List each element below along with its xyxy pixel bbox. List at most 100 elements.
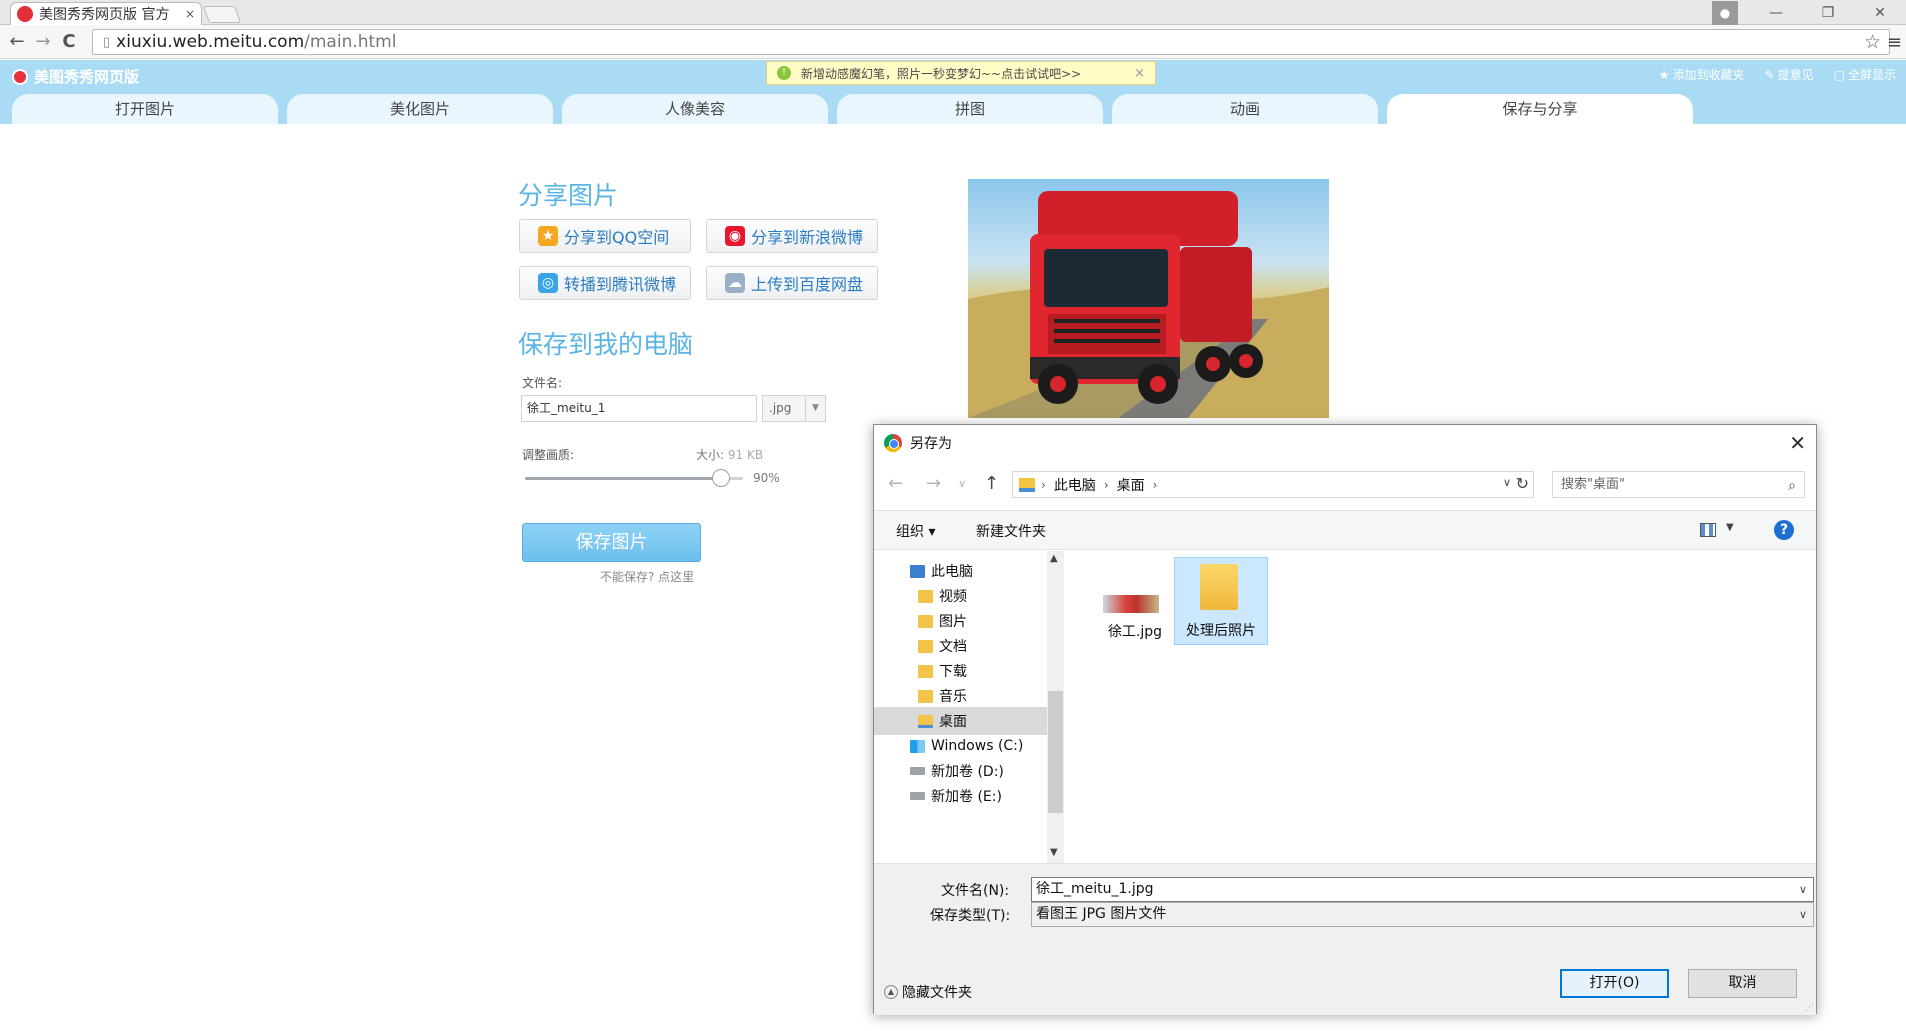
breadcrumb[interactable]: › 此电脑 › 桌面 › ∨ ↻ xyxy=(1012,471,1534,498)
weibo-icon: ◉ xyxy=(725,226,745,246)
dialog-back-icon[interactable]: ← xyxy=(888,473,903,494)
tree-item-drive-c[interactable]: Windows (C:) xyxy=(874,732,1047,760)
minimize-button[interactable]: — xyxy=(1750,5,1802,21)
tree-label: 图片 xyxy=(939,614,967,630)
tree-item-drive-d[interactable]: 新加卷 (D:) xyxy=(874,757,1047,785)
size-value: 91 KB xyxy=(727,448,764,462)
user-profile-icon[interactable]: ● xyxy=(1712,0,1738,25)
browser-tab[interactable]: 美图秀秀网页版 官方 × xyxy=(10,2,202,25)
hide-folders-toggle[interactable]: ▲ 隐藏文件夹 xyxy=(884,982,972,1002)
size-label: 大小: xyxy=(696,448,725,462)
tab-portrait[interactable]: 人像美容 xyxy=(562,94,828,124)
scroll-down-icon[interactable]: ▼ xyxy=(1050,847,1058,858)
tree-item-desktop[interactable]: 桌面 xyxy=(874,707,1047,735)
tree-item-pictures[interactable]: 图片 xyxy=(874,607,1047,635)
cancel-button[interactable]: 取消 xyxy=(1688,969,1797,998)
new-folder-button[interactable]: 新建文件夹 xyxy=(976,521,1046,541)
recent-dropdown-icon[interactable]: ∨ xyxy=(958,477,966,490)
new-tab-button[interactable] xyxy=(202,6,242,23)
restore-button[interactable]: ❐ xyxy=(1802,5,1854,21)
back-icon[interactable]: ← xyxy=(4,31,30,52)
tab-save-share[interactable]: 保存与分享 xyxy=(1387,94,1693,124)
help-icon[interactable]: ? xyxy=(1774,520,1794,540)
browser-menu-icon[interactable]: ≡ xyxy=(1887,32,1902,53)
tab-animation[interactable]: 动画 xyxy=(1112,94,1378,124)
organize-button[interactable]: 组织 ▾ xyxy=(896,521,935,541)
tree-item-downloads[interactable]: 下载 xyxy=(874,657,1047,685)
tree-label: Windows (C:) xyxy=(931,738,1024,754)
tab-collage[interactable]: 拼图 xyxy=(837,94,1103,124)
quality-slider-handle[interactable] xyxy=(712,469,731,487)
save-image-button[interactable]: 保存图片 xyxy=(522,523,701,562)
chevron-down-icon[interactable]: ∨ xyxy=(1799,878,1807,901)
window-close-button[interactable]: ✕ xyxy=(1854,5,1906,21)
save-type-select[interactable]: 看图王 JPG 图片文件 ∨ xyxy=(1031,902,1814,927)
feedback-icon: ✎ xyxy=(1764,68,1775,82)
browser-toolbar: ← → C ▯ xiuxiu.web.meitu.com/main.html ☆ xyxy=(0,25,1906,59)
filename-input[interactable]: 徐工_meitu_1 xyxy=(521,395,757,422)
dialog-close-button[interactable]: ✕ xyxy=(1789,431,1806,455)
open-button[interactable]: 打开(O) xyxy=(1560,969,1669,998)
windows-drive-icon xyxy=(910,739,925,753)
folder-icon xyxy=(918,714,933,728)
notice-banner[interactable]: ! 新增动感魔幻笔，照片一秒变梦幻~~点击试试吧>> × xyxy=(766,61,1156,85)
upload-baidu-button[interactable]: ☁ 上传到百度网盘 xyxy=(706,266,878,300)
chevron-down-icon: ∨ xyxy=(1798,908,1807,921)
breadcrumb-this-pc[interactable]: 此电脑 xyxy=(1054,475,1096,495)
add-favorite-link[interactable]: ★ 添加到收藏夹 xyxy=(1659,66,1745,83)
save-filename-input[interactable]: 徐工_meitu_1.jpg ∨ xyxy=(1031,877,1814,902)
tree-item-videos[interactable]: 视频 xyxy=(874,582,1047,610)
drive-icon xyxy=(910,792,925,800)
forward-icon[interactable]: → xyxy=(30,31,56,52)
scroll-up-icon[interactable]: ▲ xyxy=(1050,553,1058,564)
scrollbar-thumb[interactable] xyxy=(1048,691,1063,813)
star-icon: ★ xyxy=(1658,68,1670,82)
cant-save-link[interactable]: 不能保存? 点这里 xyxy=(600,568,694,585)
meitu-logo-icon xyxy=(12,68,28,85)
tree-item-music[interactable]: 音乐 xyxy=(874,682,1047,710)
tree-label: 文档 xyxy=(939,639,967,655)
brand-name: 美图秀秀网页版 xyxy=(34,68,140,86)
tree-item-documents[interactable]: 文档 xyxy=(874,632,1047,660)
feedback-link[interactable]: ✎ 提意见 xyxy=(1765,66,1814,83)
search-icon[interactable]: ⌕ xyxy=(1788,474,1796,499)
tab-open-image[interactable]: 打开图片 xyxy=(12,94,278,124)
baidu-pan-icon: ☁ xyxy=(725,273,745,293)
quality-label: 调整画质: xyxy=(522,448,575,462)
reload-icon[interactable]: C xyxy=(56,31,82,52)
breadcrumb-desktop[interactable]: 桌面 xyxy=(1117,475,1145,495)
chevron-down-icon[interactable]: ∨ xyxy=(1503,476,1511,489)
extension-select[interactable]: .jpg ▼ xyxy=(762,395,826,422)
up-folder-icon[interactable]: ↑ xyxy=(984,473,999,494)
share-weibo-button[interactable]: ◉ 分享到新浪微博 xyxy=(706,219,878,253)
tree-scrollbar[interactable]: ▲ ▼ xyxy=(1047,551,1064,863)
main-tabs: 打开图片 美化图片 人像美容 拼图 动画 保存与分享 xyxy=(0,94,1906,124)
view-options-icon[interactable] xyxy=(1700,523,1716,537)
tree-item-drive-e[interactable]: 新加卷 (E:) xyxy=(874,782,1047,810)
app-header: 美图秀秀网页版 ! 新增动感魔幻笔，照片一秒变梦幻~~点击试试吧>> × ★ 添加… xyxy=(0,60,1906,124)
bookmark-star-icon[interactable]: ☆ xyxy=(1864,31,1881,53)
file-item-image[interactable]: 徐工.jpg xyxy=(1088,559,1182,645)
search-input[interactable]: 搜索"桌面" ⌕ xyxy=(1552,471,1805,498)
folder-icon xyxy=(918,689,933,703)
file-item-folder[interactable]: 处理后照片 xyxy=(1174,557,1268,645)
address-bar[interactable]: ▯ xiuxiu.web.meitu.com/main.html ☆ xyxy=(92,29,1890,55)
notice-close-icon[interactable]: × xyxy=(1134,66,1145,81)
extension-value: .jpg xyxy=(769,401,792,415)
notice-text[interactable]: 新增动感魔幻笔，照片一秒变梦幻~~点击试试吧>> xyxy=(801,65,1081,82)
image-thumbnail-icon xyxy=(1103,595,1159,613)
collapse-icon: ▲ xyxy=(884,985,898,999)
fullscreen-link[interactable]: ▢ 全屏显示 xyxy=(1834,66,1896,83)
tab-beautify[interactable]: 美化图片 xyxy=(287,94,553,124)
chevron-down-icon[interactable]: ▼ xyxy=(1726,522,1734,533)
quality-slider[interactable] xyxy=(525,477,743,480)
tree-item-this-pc[interactable]: 此电脑 xyxy=(874,557,1047,585)
breadcrumb-separator-icon: › xyxy=(1041,477,1046,492)
share-tencent-button[interactable]: ◎ 转播到腾讯微博 xyxy=(519,266,691,300)
tab-close-icon[interactable]: × xyxy=(185,7,195,21)
share-qzone-button[interactable]: ★ 分享到QQ空间 xyxy=(519,219,691,253)
resize-grip-icon[interactable]: ⋰ xyxy=(1805,1003,1814,1013)
search-placeholder: 搜索"桌面" xyxy=(1561,477,1625,492)
refresh-icon[interactable]: ↻ xyxy=(1516,474,1529,493)
dialog-forward-icon[interactable]: → xyxy=(926,473,941,494)
